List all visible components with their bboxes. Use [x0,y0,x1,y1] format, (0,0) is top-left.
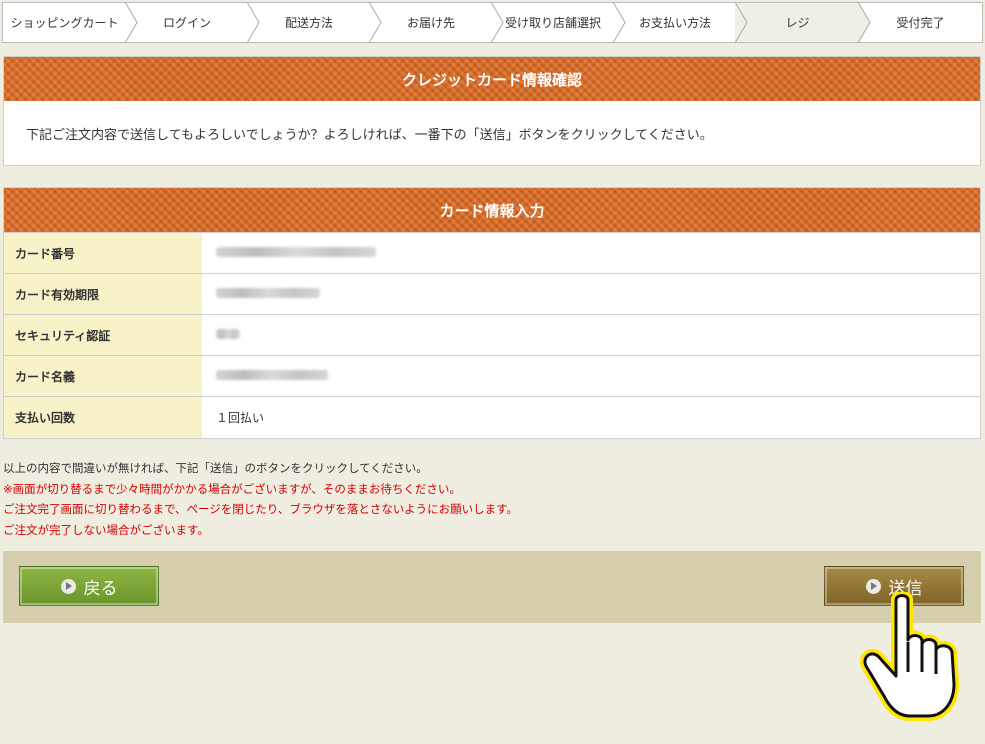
security-code-label: セキュリティ認証 [4,314,202,356]
card-info-table: カード番号 カード有効期限 セキュリティ認証 カード名義 支払い回数 １回払い [4,232,980,438]
table-row: カード番号 [4,232,980,274]
confirm-panel-title: クレジットカード情報確認 [4,57,980,101]
card-expiry-value [202,273,980,315]
card-info-panel: カード情報入力 カード番号 カード有効期限 セキュリティ認証 カード名義 支払い… [3,187,981,439]
warning-text: ご注文が完了しない場合がございます。 [3,522,209,537]
card-holder-value [202,355,980,397]
chevron-right-icon [368,2,382,43]
redacted-value [216,370,328,380]
step-register: レジ [736,2,871,43]
card-expiry-label: カード有効期限 [4,273,202,315]
hand-cursor-icon [860,592,959,721]
table-row: セキュリティ認証 [4,314,980,356]
table-row: カード名義 [4,355,980,397]
redacted-value [216,329,240,339]
card-info-title: カード情報入力 [4,188,980,232]
checkout-steps: ショッピングカート ログイン 配送方法 お届け先 受け取り店舗選択 お支払い方法… [2,2,983,43]
button-bar: 戻る 送信 [3,551,981,623]
notice-text: 以上の内容で間違いが無ければ、下記「送信」のボタンをクリックしてください。 ※画… [3,458,518,540]
back-button[interactable]: 戻る [19,566,159,606]
arrow-circle-icon [60,578,76,594]
confirm-panel: クレジットカード情報確認 下記ご注文内容で送信してもよろしいでしょうか？よろしけ… [3,56,981,166]
step-complete: 受付完了 [896,16,945,30]
chevron-right-icon [124,2,138,43]
card-holder-label: カード名義 [4,355,202,397]
step-destination: お届け先 [370,2,504,43]
table-row: カード有効期限 [4,273,980,315]
redacted-value [216,247,376,257]
step-shopping-cart: ショッピングカート [3,2,138,43]
warning-text: ※画面が切り替るまで少々時間がかかる場合がございますが、そのままお待ちください。 [3,481,461,496]
security-code-value [202,314,980,356]
confirm-message: 下記ご注文内容で送信してもよろしいでしょうか？よろしければ、一番下の「送信」ボタ… [26,127,713,143]
chevron-right-icon [857,2,871,43]
chevron-right-icon [246,2,260,43]
warning-text: ご注文完了画面に切り替わるまで、ページを閉じたり、ブラウザを落とさないようにお願… [3,502,518,516]
redacted-value [216,288,320,298]
card-number-label: カード番号 [4,232,202,274]
card-number-value [202,232,980,274]
instruction-text: 以上の内容で間違いが無ければ、下記「送信」のボタンをクリックしてください。 [3,461,428,475]
step-store-selection: 受け取り店舗選択 [492,2,626,43]
installments-value: １回払い [202,396,980,438]
step-login: ログイン [126,2,260,43]
chevron-right-icon [734,2,748,43]
installments-label: 支払い回数 [4,396,202,438]
step-delivery-method: 配送方法 [248,2,382,43]
chevron-right-icon [612,2,626,43]
chevron-right-icon [490,2,504,43]
step-payment-method: お支払い方法 [614,2,748,43]
table-row: 支払い回数 １回払い [4,396,980,438]
